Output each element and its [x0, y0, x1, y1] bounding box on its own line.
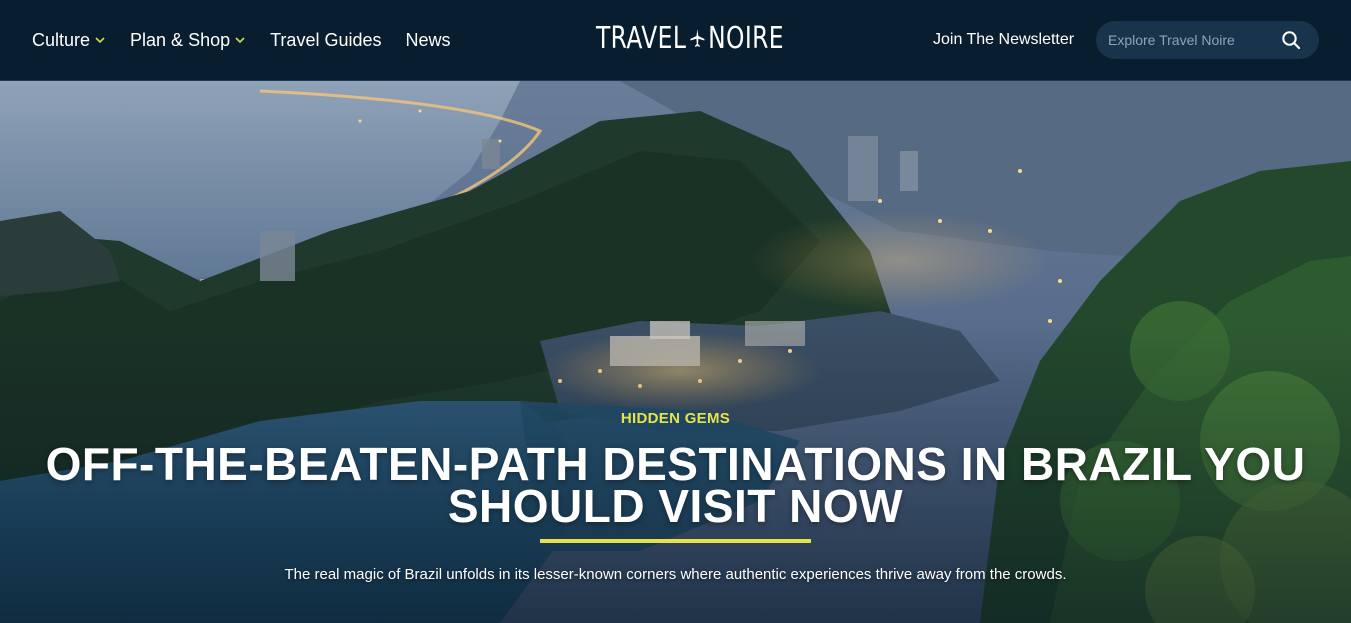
search-icon[interactable] [1281, 30, 1301, 50]
main-nav: Culture Plan & Shop Travel Guides News [32, 0, 475, 80]
logo-text-left: TRAVEL [596, 20, 687, 56]
hero-section: HIDDEN GEMS OFF-THE-BEATEN-PATH DESTINAT… [0, 81, 1351, 623]
article-title: OFF-THE-BEATEN-PATH DESTINATIONS IN BRAZ… [0, 441, 1351, 529]
title-underline [540, 539, 811, 543]
airplane-icon [689, 27, 706, 49]
nav-label-plan-shop: Plan & Shop [130, 29, 231, 50]
article-title-line-2: SHOULD VISIT NOW [447, 480, 904, 532]
article-subtitle: The real magic of Brazil unfolds in its … [284, 566, 1067, 583]
newsletter-link[interactable]: Join The Newsletter [933, 0, 1074, 80]
nav-item-plan-shop[interactable]: Plan & Shop [130, 30, 246, 51]
search-input[interactable] [1108, 32, 1278, 48]
chevron-down-icon [234, 34, 246, 46]
nav-item-travel-guides[interactable]: Travel Guides [270, 30, 381, 51]
category-label[interactable]: HIDDEN GEMS [0, 410, 1351, 427]
nav-label-culture: Culture [32, 29, 91, 50]
logo-text-right: NOIRE [708, 20, 784, 56]
nav-label-travel-guides: Travel Guides [270, 29, 382, 50]
nav-item-culture[interactable]: Culture [32, 30, 106, 51]
nav-item-news[interactable]: News [405, 30, 450, 51]
chevron-down-icon [94, 34, 106, 46]
search-box [1096, 21, 1319, 59]
site-header: Culture Plan & Shop Travel Guides News T… [0, 0, 1351, 81]
site-logo[interactable]: TRAVEL NOIRE [596, 20, 784, 56]
nav-label-news: News [405, 29, 451, 50]
